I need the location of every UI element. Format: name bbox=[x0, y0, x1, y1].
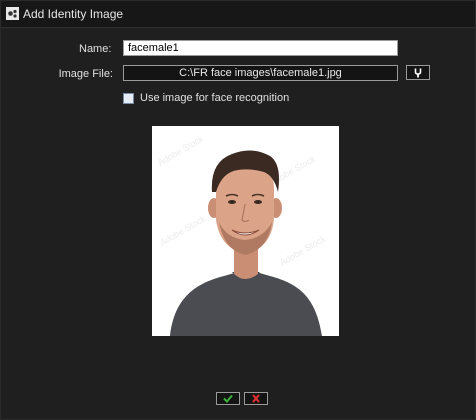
use-image-checkbox-label: Use image for face recognition bbox=[140, 92, 290, 104]
window-title: Add Identity Image bbox=[23, 7, 124, 21]
title-bar: Add Identity Image bbox=[1, 1, 475, 28]
cancel-button[interactable] bbox=[244, 392, 268, 405]
add-identity-image-dialog: Add Identity Image Name: facemale1 Image… bbox=[0, 0, 476, 420]
image-file-field[interactable]: C:\FR face images\facemale1.jpg bbox=[123, 65, 398, 81]
name-input[interactable]: facemale1 bbox=[123, 40, 398, 56]
browse-button[interactable] bbox=[406, 65, 430, 80]
identity-image-preview: Adobe Stock Adobe Stock Adobe Stock Adob… bbox=[152, 126, 339, 336]
app-icon bbox=[6, 7, 19, 20]
use-image-checkbox[interactable] bbox=[123, 93, 134, 104]
ok-button[interactable] bbox=[216, 392, 240, 405]
name-label: Name: bbox=[79, 43, 112, 55]
image-file-label: Image File: bbox=[58, 68, 113, 80]
